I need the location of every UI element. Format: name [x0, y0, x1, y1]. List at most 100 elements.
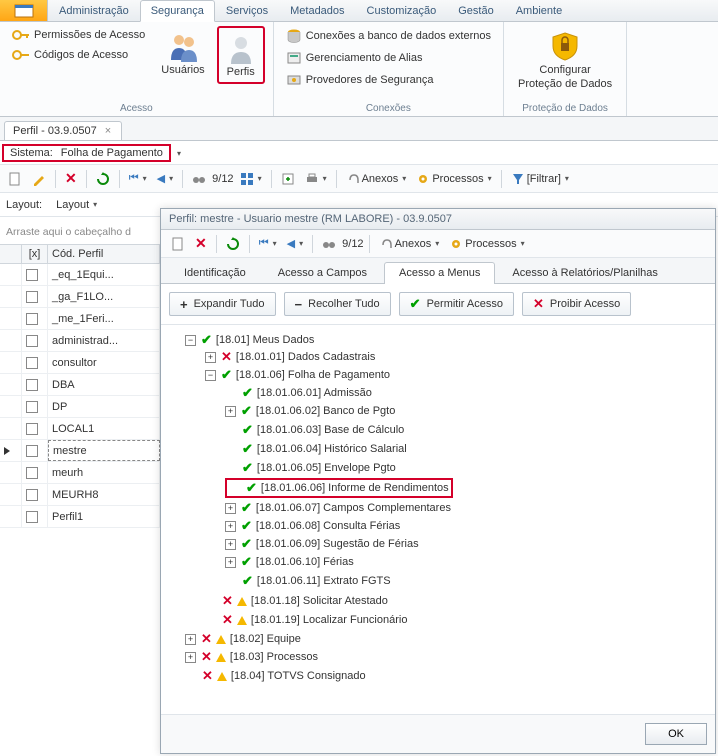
menu-tab-customizacao[interactable]: Customização	[356, 0, 448, 21]
prev-button[interactable]: ◀	[153, 169, 177, 188]
tab-acesso-menus[interactable]: Acesso a Menus	[384, 262, 495, 284]
checkbox-icon[interactable]	[26, 335, 38, 347]
anexos-button[interactable]: Anexos	[342, 169, 411, 189]
tree-node[interactable]: [18.01.06.02] Banco de Pgto	[256, 405, 395, 417]
tree-node[interactable]: [18.01.06.05] Envelope Pgto	[257, 462, 396, 474]
tree-node[interactable]: [18.01] Meus Dados	[216, 334, 314, 346]
find-button[interactable]	[188, 169, 210, 189]
checkbox-icon[interactable]	[26, 467, 38, 479]
checkbox-icon[interactable]	[26, 401, 38, 413]
filtrar-button[interactable]: [Filtrar]	[507, 169, 573, 189]
popup-first-button[interactable]: ⏮	[255, 234, 281, 253]
row-checkbox-cell[interactable]	[22, 396, 48, 417]
grid-header-checkbox[interactable]: [x]	[22, 245, 48, 263]
layout-dropdown[interactable]: Layout	[52, 196, 101, 214]
configurar-protecao-button[interactable]: Configurar Proteção de Dados	[512, 26, 618, 94]
row-checkbox-cell[interactable]	[22, 286, 48, 307]
popup-refresh-button[interactable]	[222, 234, 244, 254]
tree-node[interactable]: [18.01.01] Dados Cadastrais	[236, 351, 375, 363]
checkbox-icon[interactable]	[26, 445, 38, 457]
popup-processos-button[interactable]: Processos	[445, 234, 528, 254]
expander-icon[interactable]: −	[185, 335, 196, 346]
first-button[interactable]: ⏮	[125, 169, 151, 188]
ok-button[interactable]: OK	[645, 723, 707, 745]
row-checkbox-cell[interactable]	[22, 264, 48, 285]
tab-identificacao[interactable]: Identificação	[169, 262, 261, 283]
checkbox-icon[interactable]	[26, 511, 38, 523]
tree-node[interactable]: [18.01.18] Solicitar Atestado	[251, 595, 388, 607]
system-dropdown-arrow[interactable]	[175, 147, 181, 159]
table-row[interactable]: administrad...	[0, 330, 160, 352]
tree-node[interactable]: [18.01.06.08] Consulta Férias	[256, 520, 400, 532]
tree-node[interactable]: [18.01.06] Folha de Pagamento	[236, 369, 390, 381]
expander-icon[interactable]: +	[185, 634, 196, 645]
checkbox-icon[interactable]	[26, 269, 38, 281]
collapse-all-button[interactable]: −Recolher Tudo	[284, 292, 391, 316]
expander-icon[interactable]: +	[225, 521, 236, 532]
refresh-button[interactable]	[92, 169, 114, 189]
tree-node[interactable]: [18.01.06.07] Campos Complementares	[256, 502, 451, 514]
menu-tab-gestao[interactable]: Gestão	[447, 0, 504, 21]
expander-icon[interactable]: +	[225, 557, 236, 568]
tree-node[interactable]: [18.01.06.01] Admissão	[257, 387, 372, 399]
table-row[interactable]: MEURH8	[0, 484, 160, 506]
print-button[interactable]	[301, 169, 331, 189]
delete-button[interactable]: ✕	[61, 167, 81, 190]
processos-button[interactable]: Processos	[412, 169, 495, 189]
table-row[interactable]: mestre	[0, 440, 160, 462]
checkbox-icon[interactable]	[26, 313, 38, 325]
table-row[interactable]: LOCAL1	[0, 418, 160, 440]
expander-icon[interactable]: +	[205, 352, 216, 363]
row-checkbox-cell[interactable]	[22, 462, 48, 483]
document-tab[interactable]: Perfil - 03.9.0507 ×	[4, 121, 122, 140]
checkbox-icon[interactable]	[26, 423, 38, 435]
codigos-acesso-button[interactable]: Códigos de Acesso	[8, 46, 149, 64]
tree-node[interactable]: [18.01.19] Localizar Funcionário	[251, 614, 408, 626]
menu-tab-administracao[interactable]: Administração	[48, 0, 140, 21]
conexoes-externas-button[interactable]: Conexões a banco de dados externos	[282, 26, 495, 46]
checkbox-icon[interactable]	[26, 291, 38, 303]
menu-tab-servicos[interactable]: Serviços	[215, 0, 279, 21]
close-icon[interactable]: ×	[103, 125, 113, 137]
tab-acesso-campos[interactable]: Acesso a Campos	[263, 262, 382, 283]
expander-icon[interactable]: +	[185, 652, 196, 663]
tab-acesso-relatorios[interactable]: Acesso à Relatórios/Planilhas	[497, 262, 673, 283]
table-row[interactable]: _eq_1Equi...	[0, 264, 160, 286]
row-checkbox-cell[interactable]	[22, 484, 48, 505]
popup-find-button[interactable]	[318, 234, 340, 254]
expander-icon[interactable]: −	[205, 370, 216, 381]
usuarios-button[interactable]: Usuários	[155, 26, 210, 80]
row-checkbox-cell[interactable]	[22, 374, 48, 395]
tree-node[interactable]: [18.02] Equipe	[230, 633, 301, 645]
popup-delete-button[interactable]: ✕	[191, 232, 211, 255]
row-checkbox-cell[interactable]	[22, 506, 48, 527]
table-row[interactable]: meurh	[0, 462, 160, 484]
perfis-button[interactable]: Perfis	[217, 26, 265, 84]
row-checkbox-cell[interactable]	[22, 352, 48, 373]
table-row[interactable]: _me_1Feri...	[0, 308, 160, 330]
expander-icon[interactable]: +	[225, 406, 236, 417]
checkbox-icon[interactable]	[26, 379, 38, 391]
tree-node[interactable]: [18.04] TOTVS Consignado	[231, 670, 366, 682]
permit-access-button[interactable]: ✔Permitir Acesso	[399, 292, 514, 316]
popup-anexos-button[interactable]: Anexos	[375, 234, 444, 254]
table-row[interactable]: consultor	[0, 352, 160, 374]
tree-node[interactable]: [18.01.06.03] Base de Cálculo	[257, 424, 404, 436]
table-row[interactable]: DBA	[0, 374, 160, 396]
new-button[interactable]	[4, 169, 26, 189]
system-selector[interactable]: Sistema: Folha de Pagamento	[2, 144, 171, 162]
row-checkbox-cell[interactable]	[22, 418, 48, 439]
expand-all-button[interactable]: +Expandir Tudo	[169, 292, 276, 316]
expander-icon[interactable]: +	[225, 539, 236, 550]
table-row[interactable]: _ga_F1LO...	[0, 286, 160, 308]
export-button[interactable]	[277, 169, 299, 189]
row-checkbox-cell[interactable]	[22, 440, 48, 461]
menu-tab-ambiente[interactable]: Ambiente	[505, 0, 573, 21]
row-checkbox-cell[interactable]	[22, 330, 48, 351]
tree-node[interactable]: [18.01.06.06] Informe de Rendimentos	[261, 482, 449, 494]
menu-tree[interactable]: −✔[18.01] Meus Dados +✕[18.01.01] Dados …	[161, 325, 715, 714]
tree-node[interactable]: [18.03] Processos	[230, 651, 318, 663]
popup-prev-button[interactable]: ◀	[283, 234, 307, 253]
table-row[interactable]: DP	[0, 396, 160, 418]
checkbox-icon[interactable]	[26, 489, 38, 501]
